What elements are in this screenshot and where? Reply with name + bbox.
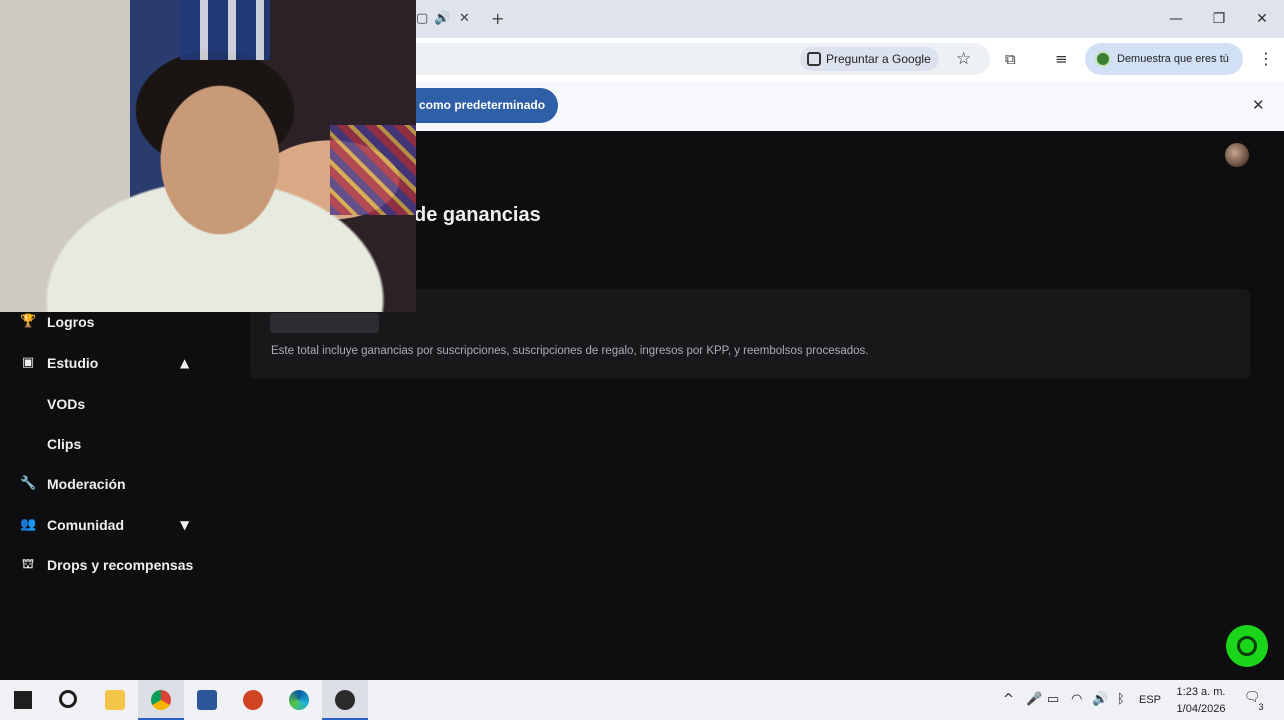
webcam-curtain xyxy=(180,0,270,60)
taskbar-edge[interactable] xyxy=(276,680,322,720)
language-indicator[interactable]: ESP xyxy=(1137,694,1163,706)
sidebar-item-label: Estudio xyxy=(47,355,99,371)
clock-date[interactable]: 1/04/2026 xyxy=(1166,703,1236,715)
edge-icon xyxy=(289,690,309,710)
earnings-note: Este total incluye ganancias por suscrip… xyxy=(271,345,869,357)
menu-kebab-icon[interactable]: ⋮ xyxy=(1258,49,1274,68)
trophy-icon: 🏆 xyxy=(20,314,37,329)
search-icon xyxy=(59,690,77,708)
taskbar-word[interactable] xyxy=(184,680,230,720)
word-icon xyxy=(197,690,217,710)
tab-indicator: ▢ xyxy=(416,11,429,26)
minimize-button[interactable]: — xyxy=(1161,8,1191,30)
headset-icon xyxy=(1237,636,1257,656)
taskbar: ^ 🎤 ▭ ◠ 🔊 ᛒ ESP 1:23 a. m. 1/04/2026 🗨 3 xyxy=(0,680,1284,720)
help-chat-button[interactable] xyxy=(1226,625,1268,667)
profile-button[interactable]: Demuestra que eres tú xyxy=(1085,43,1243,75)
studio-icon: ▣ xyxy=(21,355,35,370)
profile-avatar-icon xyxy=(1095,51,1111,67)
volume-icon[interactable]: 🔊 xyxy=(1092,692,1108,707)
earnings-total-placeholder xyxy=(270,313,379,333)
lens-icon xyxy=(807,52,821,66)
obs-icon xyxy=(335,690,355,710)
restore-button[interactable]: ❐ xyxy=(1204,8,1234,30)
taskbar-powerpoint[interactable] xyxy=(230,680,276,720)
infobar-close-icon[interactable]: ✕ xyxy=(1252,96,1265,114)
community-icon: 👥 xyxy=(20,517,37,532)
new-tab-button[interactable]: + xyxy=(491,9,504,28)
microphone-icon[interactable]: 🎤 xyxy=(1026,692,1042,707)
webcam-blanket xyxy=(330,125,416,215)
search-button[interactable] xyxy=(46,680,92,720)
taskbar-obs[interactable] xyxy=(322,680,368,720)
chevron-down-icon[interactable]: ▼ xyxy=(180,518,189,532)
bluetooth-icon[interactable]: ᛒ xyxy=(1117,692,1125,707)
folder-icon xyxy=(105,690,125,710)
sidebar-item-label: Logros xyxy=(47,314,95,330)
user-avatar[interactable] xyxy=(1225,143,1249,167)
drops-icon: ⛫ xyxy=(22,557,34,572)
taskbar-chrome[interactable] xyxy=(138,680,184,720)
powerpoint-icon xyxy=(243,690,263,710)
chevron-up-icon[interactable]: ^ xyxy=(1003,692,1014,707)
extensions-icon[interactable]: ⧉ xyxy=(1005,50,1016,68)
sidebar-item-label: Comunidad xyxy=(47,517,124,533)
chrome-icon xyxy=(151,690,171,710)
wifi-icon[interactable]: ◠ xyxy=(1071,692,1082,707)
tab-close-icon[interactable]: ✕ xyxy=(459,11,470,26)
wrench-icon: 🔧 xyxy=(20,476,37,491)
taskbar-explorer[interactable] xyxy=(92,680,138,720)
windows-icon xyxy=(14,691,32,709)
start-button[interactable] xyxy=(0,680,46,720)
ask-google-button[interactable]: Preguntar a Google xyxy=(800,47,939,71)
set-default-button[interactable]: como predeterminado xyxy=(400,88,558,123)
sidebar-item-label: Drops y recompensas xyxy=(47,557,194,573)
speaker-icon[interactable]: 🔊 xyxy=(434,11,450,26)
profile-label: Demuestra que eres tú xyxy=(1117,53,1229,65)
battery-icon[interactable]: ▭ xyxy=(1047,692,1059,707)
webcam-overlay xyxy=(0,0,416,312)
bookmark-star-icon[interactable]: ☆ xyxy=(956,49,971,69)
ask-google-label: Preguntar a Google xyxy=(826,52,931,66)
sidebar-item-label: Moderación xyxy=(47,476,126,492)
media-control-icon[interactable]: ≡ xyxy=(1055,50,1068,68)
sidebar-item-label: VODs xyxy=(47,396,86,412)
clock-time[interactable]: 1:23 a. m. xyxy=(1166,686,1236,698)
notification-count: 3 xyxy=(1258,702,1264,712)
chevron-up-icon[interactable]: ▲ xyxy=(180,356,189,370)
sidebar-item-label: Clips xyxy=(47,436,82,452)
page-title: de ganancias xyxy=(414,204,541,226)
window-close-button[interactable]: ✕ xyxy=(1247,8,1277,30)
